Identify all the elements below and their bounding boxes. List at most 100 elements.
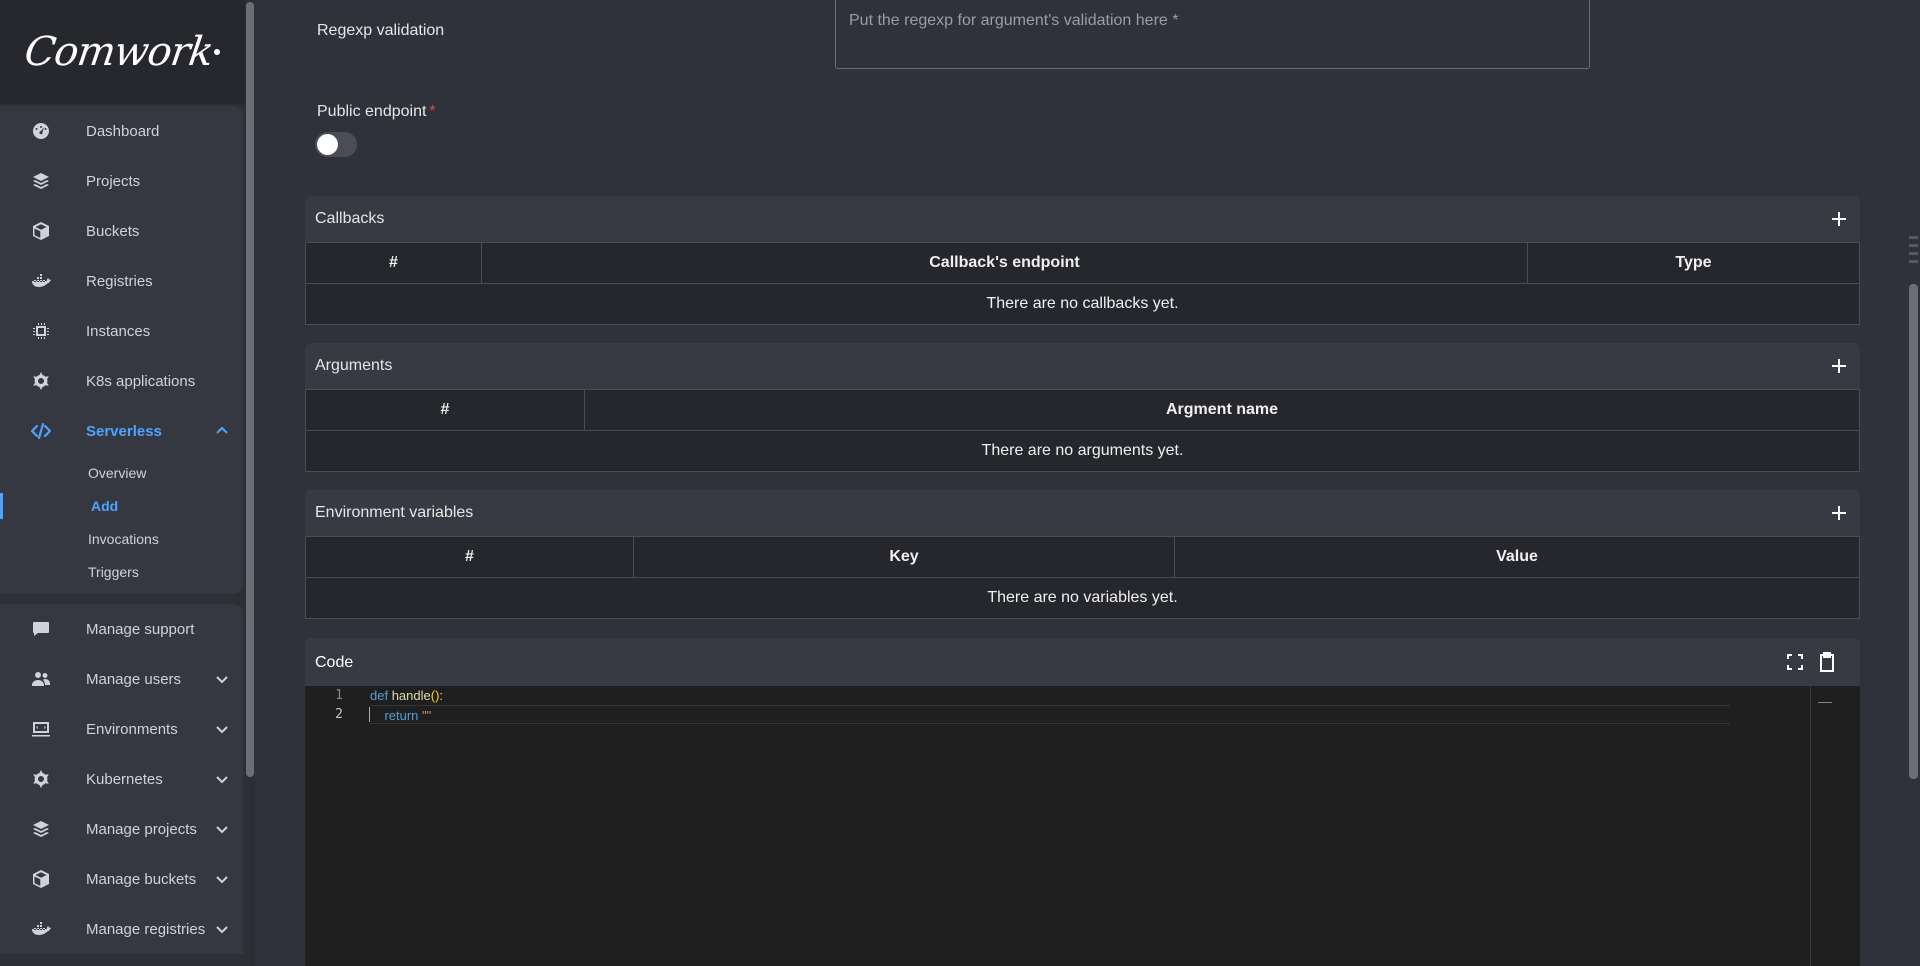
add-callback-button[interactable]	[1830, 210, 1848, 228]
sidebar-item-label: Registries	[86, 272, 153, 290]
add-env-var-button[interactable]	[1830, 504, 1848, 522]
sidebar-subitem-label: Triggers	[88, 563, 139, 580]
sidebar-item-registries[interactable]: Registries	[0, 256, 243, 306]
clipboard-icon	[1820, 652, 1834, 672]
env-vars-section: Environment variables # Key Value There …	[305, 490, 1860, 619]
column-header: Argment name	[584, 389, 1860, 431]
cube-icon	[30, 868, 52, 890]
sidebar-item-label: Manage registries	[86, 920, 206, 938]
keyword: def	[370, 688, 389, 703]
sidebar-scrollbar[interactable]	[245, 0, 255, 966]
sidebar: Comwork Dashboard Projects Buckets Regis…	[0, 0, 245, 966]
sidebar-item-projects[interactable]: Projects	[0, 156, 243, 206]
sidebar-item-environments[interactable]: Environments	[0, 704, 243, 754]
sidebar-item-label: Serverless	[86, 422, 162, 440]
column-header: Value	[1174, 536, 1860, 578]
sidebar-item-label: Kubernetes	[86, 770, 163, 788]
sidebar-subitem-label: Add	[91, 497, 119, 514]
empty-message: There are no variables yet.	[305, 577, 1860, 619]
sidebar-item-manage-projects[interactable]: Manage projects	[0, 804, 243, 854]
code-line: return ""	[370, 705, 1730, 724]
logo-dot	[214, 49, 221, 55]
chat-icon	[30, 618, 52, 640]
env-vars-title: Environment variables	[315, 504, 474, 521]
users-icon	[30, 668, 52, 690]
sidebar-item-instances[interactable]: Instances	[0, 306, 243, 356]
sidebar-item-dashboard[interactable]: Dashboard	[0, 106, 243, 156]
chevron-down-icon[interactable]	[215, 722, 229, 736]
sidebar-scrollbar-thumb[interactable]	[246, 2, 254, 777]
env-vars-header: Environment variables	[305, 490, 1860, 536]
public-endpoint-label: Public endpoint *	[317, 103, 436, 121]
code-actions	[1784, 651, 1838, 673]
arguments-section: Arguments # Argment name There are no ar…	[305, 343, 1860, 472]
table-header-row: # Key Value	[305, 536, 1860, 578]
arguments-header: Arguments	[305, 343, 1860, 389]
sidebar-item-kubernetes[interactable]: Kubernetes	[0, 754, 243, 804]
sidebar-item-manage-buckets[interactable]: Manage buckets	[0, 854, 243, 904]
chevron-down-icon[interactable]	[215, 872, 229, 886]
helm-icon	[30, 370, 52, 392]
chevron-up-icon[interactable]	[215, 424, 229, 438]
code-editor[interactable]: 1 2 def handle(): return ""	[305, 686, 1860, 966]
logo[interactable]: Comwork	[0, 0, 245, 104]
public-endpoint-toggle[interactable]	[315, 132, 357, 157]
regexp-placeholder: Put the regexp for argument's validation…	[849, 12, 1179, 29]
sidebar-item-label: Instances	[86, 322, 151, 340]
sidebar-item-manage-registries[interactable]: Manage registries	[0, 904, 243, 954]
add-argument-button[interactable]	[1830, 357, 1848, 375]
table-row: There are no callbacks yet.	[305, 283, 1860, 325]
text-cursor	[369, 707, 370, 722]
chip-icon	[30, 320, 52, 342]
chevron-down-icon[interactable]	[215, 772, 229, 786]
monitor-icon	[30, 718, 52, 740]
sidebar-item-buckets[interactable]: Buckets	[0, 206, 243, 256]
arguments-table: # Argment name There are no arguments ye…	[305, 389, 1860, 472]
sidebar-item-label: Dashboard	[86, 122, 160, 140]
callbacks-title: Callbacks	[315, 210, 385, 227]
env-vars-table: # Key Value There are no variables yet.	[305, 536, 1860, 619]
sidebar-item-label: Environments	[86, 720, 178, 738]
fullscreen-button[interactable]	[1784, 651, 1806, 673]
sidebar-subitem-overview[interactable]: Overview	[0, 456, 243, 489]
sidebar-item-label: Manage buckets	[86, 870, 197, 888]
layers-icon	[30, 170, 52, 192]
expand-icon	[1787, 654, 1803, 670]
copy-button[interactable]	[1816, 651, 1838, 673]
empty-message: There are no arguments yet.	[305, 430, 1860, 472]
string-literal: ""	[422, 708, 432, 723]
code-icon	[30, 420, 52, 442]
callbacks-section: Callbacks # Callback's endpoint Type The…	[305, 196, 1860, 325]
minimap-separator	[1810, 686, 1811, 966]
column-header: Key	[633, 536, 1175, 578]
scrollbar-marks	[1909, 236, 1918, 276]
regexp-label: Regexp validation	[317, 22, 445, 39]
page-scrollbar-thumb[interactable]	[1909, 284, 1918, 779]
nav-group-admin: Manage support Manage users Environments…	[0, 604, 243, 954]
code-section: Code 1 2 def handle(): return ""	[305, 638, 1860, 966]
line-numbers: 1 2	[305, 686, 355, 724]
chevron-down-icon[interactable]	[215, 922, 229, 936]
sidebar-item-manage-users[interactable]: Manage users	[0, 654, 243, 704]
chevron-down-icon[interactable]	[215, 672, 229, 686]
required-mark: *	[429, 103, 436, 120]
empty-message: There are no callbacks yet.	[305, 283, 1860, 325]
docker-icon	[30, 918, 52, 940]
sidebar-item-label: Manage projects	[86, 820, 197, 838]
chevron-down-icon[interactable]	[215, 822, 229, 836]
public-endpoint-text: Public endpoint	[317, 103, 427, 120]
arguments-title: Arguments	[315, 357, 393, 374]
sidebar-subitem-triggers[interactable]: Triggers	[0, 555, 243, 588]
minimap[interactable]	[1818, 702, 1832, 703]
regexp-input[interactable]: Put the regexp for argument's validation…	[835, 0, 1590, 69]
sidebar-subitem-invocations[interactable]: Invocations	[0, 522, 243, 555]
sidebar-item-manage-support[interactable]: Manage support	[0, 604, 243, 654]
main-content: Regexp validation Put the regexp for arg…	[255, 0, 1905, 966]
sidebar-item-k8s-applications[interactable]: K8s applications	[0, 356, 243, 406]
colon: :	[439, 688, 444, 703]
sidebar-subitem-add[interactable]: Add	[0, 489, 243, 522]
sidebar-item-serverless[interactable]: Serverless	[0, 406, 243, 456]
nav-group-main: Dashboard Projects Buckets Registries In…	[0, 106, 243, 594]
page-scrollbar[interactable]	[1905, 0, 1920, 966]
code-header: Code	[305, 638, 1860, 686]
